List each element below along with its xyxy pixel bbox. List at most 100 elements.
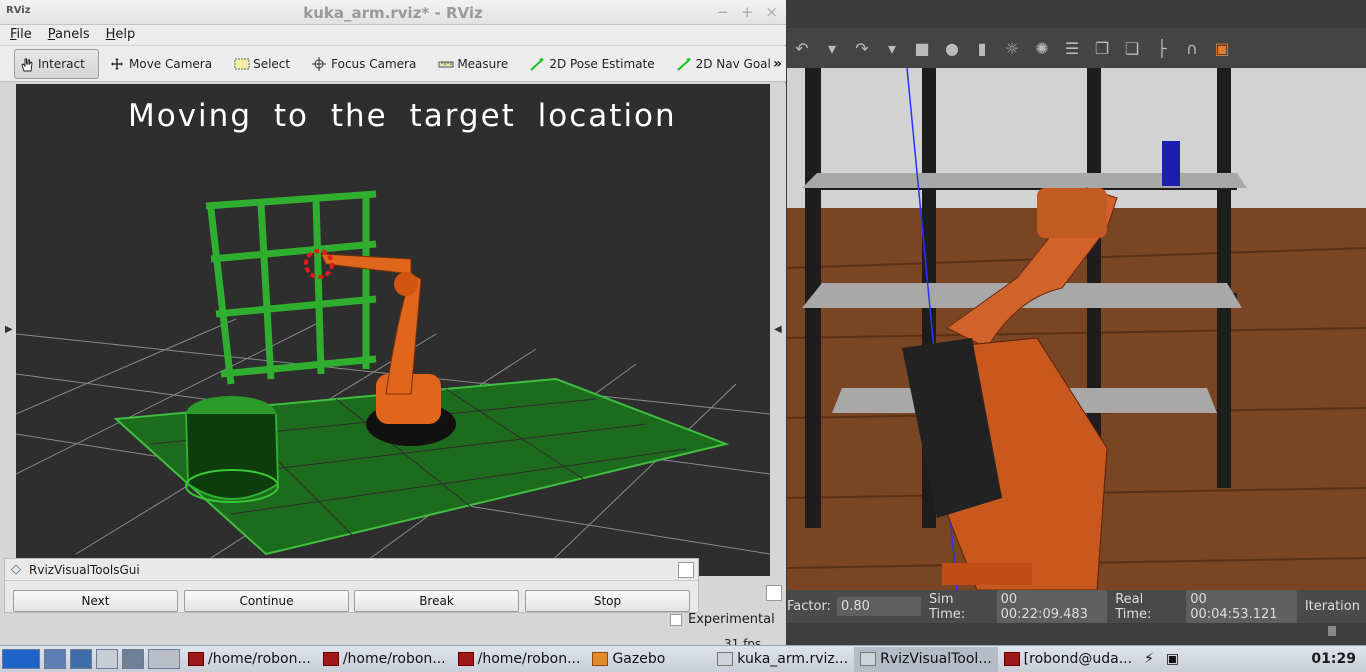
terminal-icon (457, 652, 474, 666)
continue-button[interactable]: Continue (184, 590, 349, 612)
hand-pointer-icon (19, 57, 33, 71)
menu-file[interactable]: File (0, 25, 38, 45)
directional-light-icon[interactable]: ☰ (1057, 36, 1087, 60)
stop-button[interactable]: Stop (525, 590, 690, 612)
view-angle-icon[interactable]: ▣ (1207, 36, 1237, 60)
tool-select[interactable]: Select (223, 49, 301, 79)
experimental-checkbox[interactable]: Experimental (670, 612, 775, 627)
next-button[interactable]: Next (13, 590, 178, 612)
terminal-icon (322, 652, 339, 666)
expand-right-icon: ◀ (774, 324, 782, 335)
tool-interact[interactable]: Interact (14, 48, 99, 79)
network-tray-icon[interactable]: ▣ (1160, 647, 1185, 672)
align-icon[interactable]: ├ (1147, 36, 1177, 60)
left-dock-collapse[interactable]: ▶ (0, 84, 16, 576)
factor-value: 0.80 (836, 597, 921, 616)
taskbar: /home/robon... /home/robon... /home/robo… (0, 645, 1366, 672)
tool-2d-nav-goal[interactable]: 2D Nav Goal (666, 49, 782, 79)
diamond-icon: ◇ (11, 562, 21, 577)
experimental-check[interactable] (670, 613, 682, 626)
paste-icon[interactable]: ❑ (1117, 36, 1147, 60)
close-button[interactable]: × (765, 3, 778, 21)
terminal-icon (188, 652, 204, 666)
clock[interactable]: 01:29 (1311, 651, 1366, 667)
timeline-handle[interactable] (1328, 626, 1336, 636)
tool-bar: Interact Move Camera Select Focus Camera… (0, 46, 786, 82)
gazebo-3d-scene[interactable] (787, 68, 1366, 590)
terminal-icon (1003, 652, 1020, 666)
ruler-icon (438, 57, 454, 71)
network-icon[interactable] (70, 649, 92, 669)
green-arrow-icon (530, 57, 544, 71)
visual-tools-panel: ◇ RvizVisualToolsGui Next Continue Break… (4, 558, 699, 613)
maximize-button[interactable]: + (741, 3, 754, 21)
taskbar-item[interactable]: [robond@uda... (998, 647, 1138, 672)
gazebo-toolbar: ↶ ▾ ↷ ▾ ■ ● ▮ ☼ ✺ ☰ ❐ ❑ ├ ∩ ▣ (787, 28, 1366, 68)
rviz-window: RViz kuka_arm.rviz* - RViz − + × File Pa… (0, 0, 786, 651)
taskbar-item[interactable]: /home/robon... (317, 647, 452, 672)
taskbar-item[interactable]: Gazebo (586, 647, 671, 672)
green-arrow-icon (676, 57, 691, 71)
break-button[interactable]: Break (354, 590, 519, 612)
real-time-label: Real Time: (1115, 591, 1152, 622)
rviz-icon (717, 652, 734, 666)
snap-magnet-icon[interactable]: ∩ (1177, 36, 1207, 60)
real-time-value: 00 00:04:53.121 (1186, 589, 1297, 624)
chevron-down-icon[interactable]: ▾ (877, 36, 907, 60)
gazebo-icon (592, 652, 609, 666)
gazebo-bottom-bar (787, 623, 1366, 645)
green-bin-model (185, 396, 280, 503)
sim-time-label: Sim Time: (928, 591, 966, 622)
rviz-3d-viewport[interactable]: Moving to the target location (16, 84, 770, 576)
tool-focus-camera[interactable]: Focus Camera (301, 49, 427, 79)
visual-tools-title: RvizVisualToolsGui (29, 562, 140, 577)
menu-panels[interactable]: Panels (38, 25, 96, 45)
select-rectangle-icon (234, 57, 250, 71)
factor-label: Factor: (787, 599, 831, 614)
menu-bar: File Panels Help (0, 25, 786, 45)
time-panel-close-box[interactable] (766, 585, 782, 601)
sphere-shape-icon[interactable]: ● (937, 36, 967, 60)
tool-2d-pose-estimate[interactable]: 2D Pose Estimate (519, 49, 665, 79)
rviz-scene (16, 190, 770, 576)
start-menu-icon[interactable] (2, 649, 40, 669)
gazebo-render (787, 68, 1366, 590)
copy-icon[interactable]: ❐ (1087, 36, 1117, 60)
rviz-titlebar[interactable]: RViz kuka_arm.rviz* - RViz − + × (0, 0, 786, 25)
shelf-model (205, 190, 377, 385)
focus-crosshair-icon (312, 56, 327, 71)
box-shape-icon[interactable]: ■ (907, 36, 937, 60)
tool-measure[interactable]: Measure (427, 49, 519, 79)
sim-time-value: 00 00:22:09.483 (996, 589, 1108, 624)
target-blue-object (1162, 141, 1180, 186)
expand-left-icon: ▶ (5, 324, 13, 335)
chevron-down-icon[interactable]: ▾ (817, 36, 847, 60)
taskbar-item[interactable]: /home/robon... (182, 647, 317, 672)
visual-tools-header[interactable]: ◇ RvizVisualToolsGui (5, 559, 698, 581)
toolbar-overflow-button[interactable]: » (773, 56, 782, 72)
taskbar-item[interactable]: /home/robon... (452, 647, 587, 672)
iterations-label: Iteration (1304, 599, 1360, 614)
menu-help[interactable]: Help (96, 25, 142, 45)
gazebo-status-bar: Factor: 0.80 Sim Time: 00 00:22:09.483 R… (787, 589, 1366, 624)
rviz-launcher-icon[interactable] (122, 649, 144, 669)
window-title: kuka_arm.rviz* - RViz (303, 4, 483, 22)
workspace-switcher[interactable] (148, 649, 180, 669)
right-dock-collapse[interactable]: ◀ (770, 84, 786, 576)
power-icon[interactable]: ⚡ (1138, 647, 1160, 672)
point-light-icon[interactable]: ☼ (997, 36, 1027, 60)
undo-icon[interactable]: ↶ (787, 36, 817, 60)
visual-tools-float-button[interactable] (678, 562, 694, 578)
taskbar-item[interactable]: kuka_arm.rviz... (711, 647, 854, 672)
file-manager-icon[interactable] (44, 649, 66, 669)
redo-icon[interactable]: ↷ (847, 36, 877, 60)
spot-light-icon[interactable]: ✺ (1027, 36, 1057, 60)
tool-move-camera[interactable]: Move Camera (99, 49, 223, 79)
taskbar-item-active[interactable]: RvizVisualTool... (854, 646, 998, 672)
cylinder-shape-icon[interactable]: ▮ (967, 36, 997, 60)
viewport-status-text: Moving to the target location (128, 98, 677, 134)
minimize-button[interactable]: − (716, 3, 729, 21)
move-camera-icon (110, 57, 124, 71)
terminal-launcher-icon[interactable] (96, 649, 118, 669)
rviz-icon (860, 652, 877, 666)
